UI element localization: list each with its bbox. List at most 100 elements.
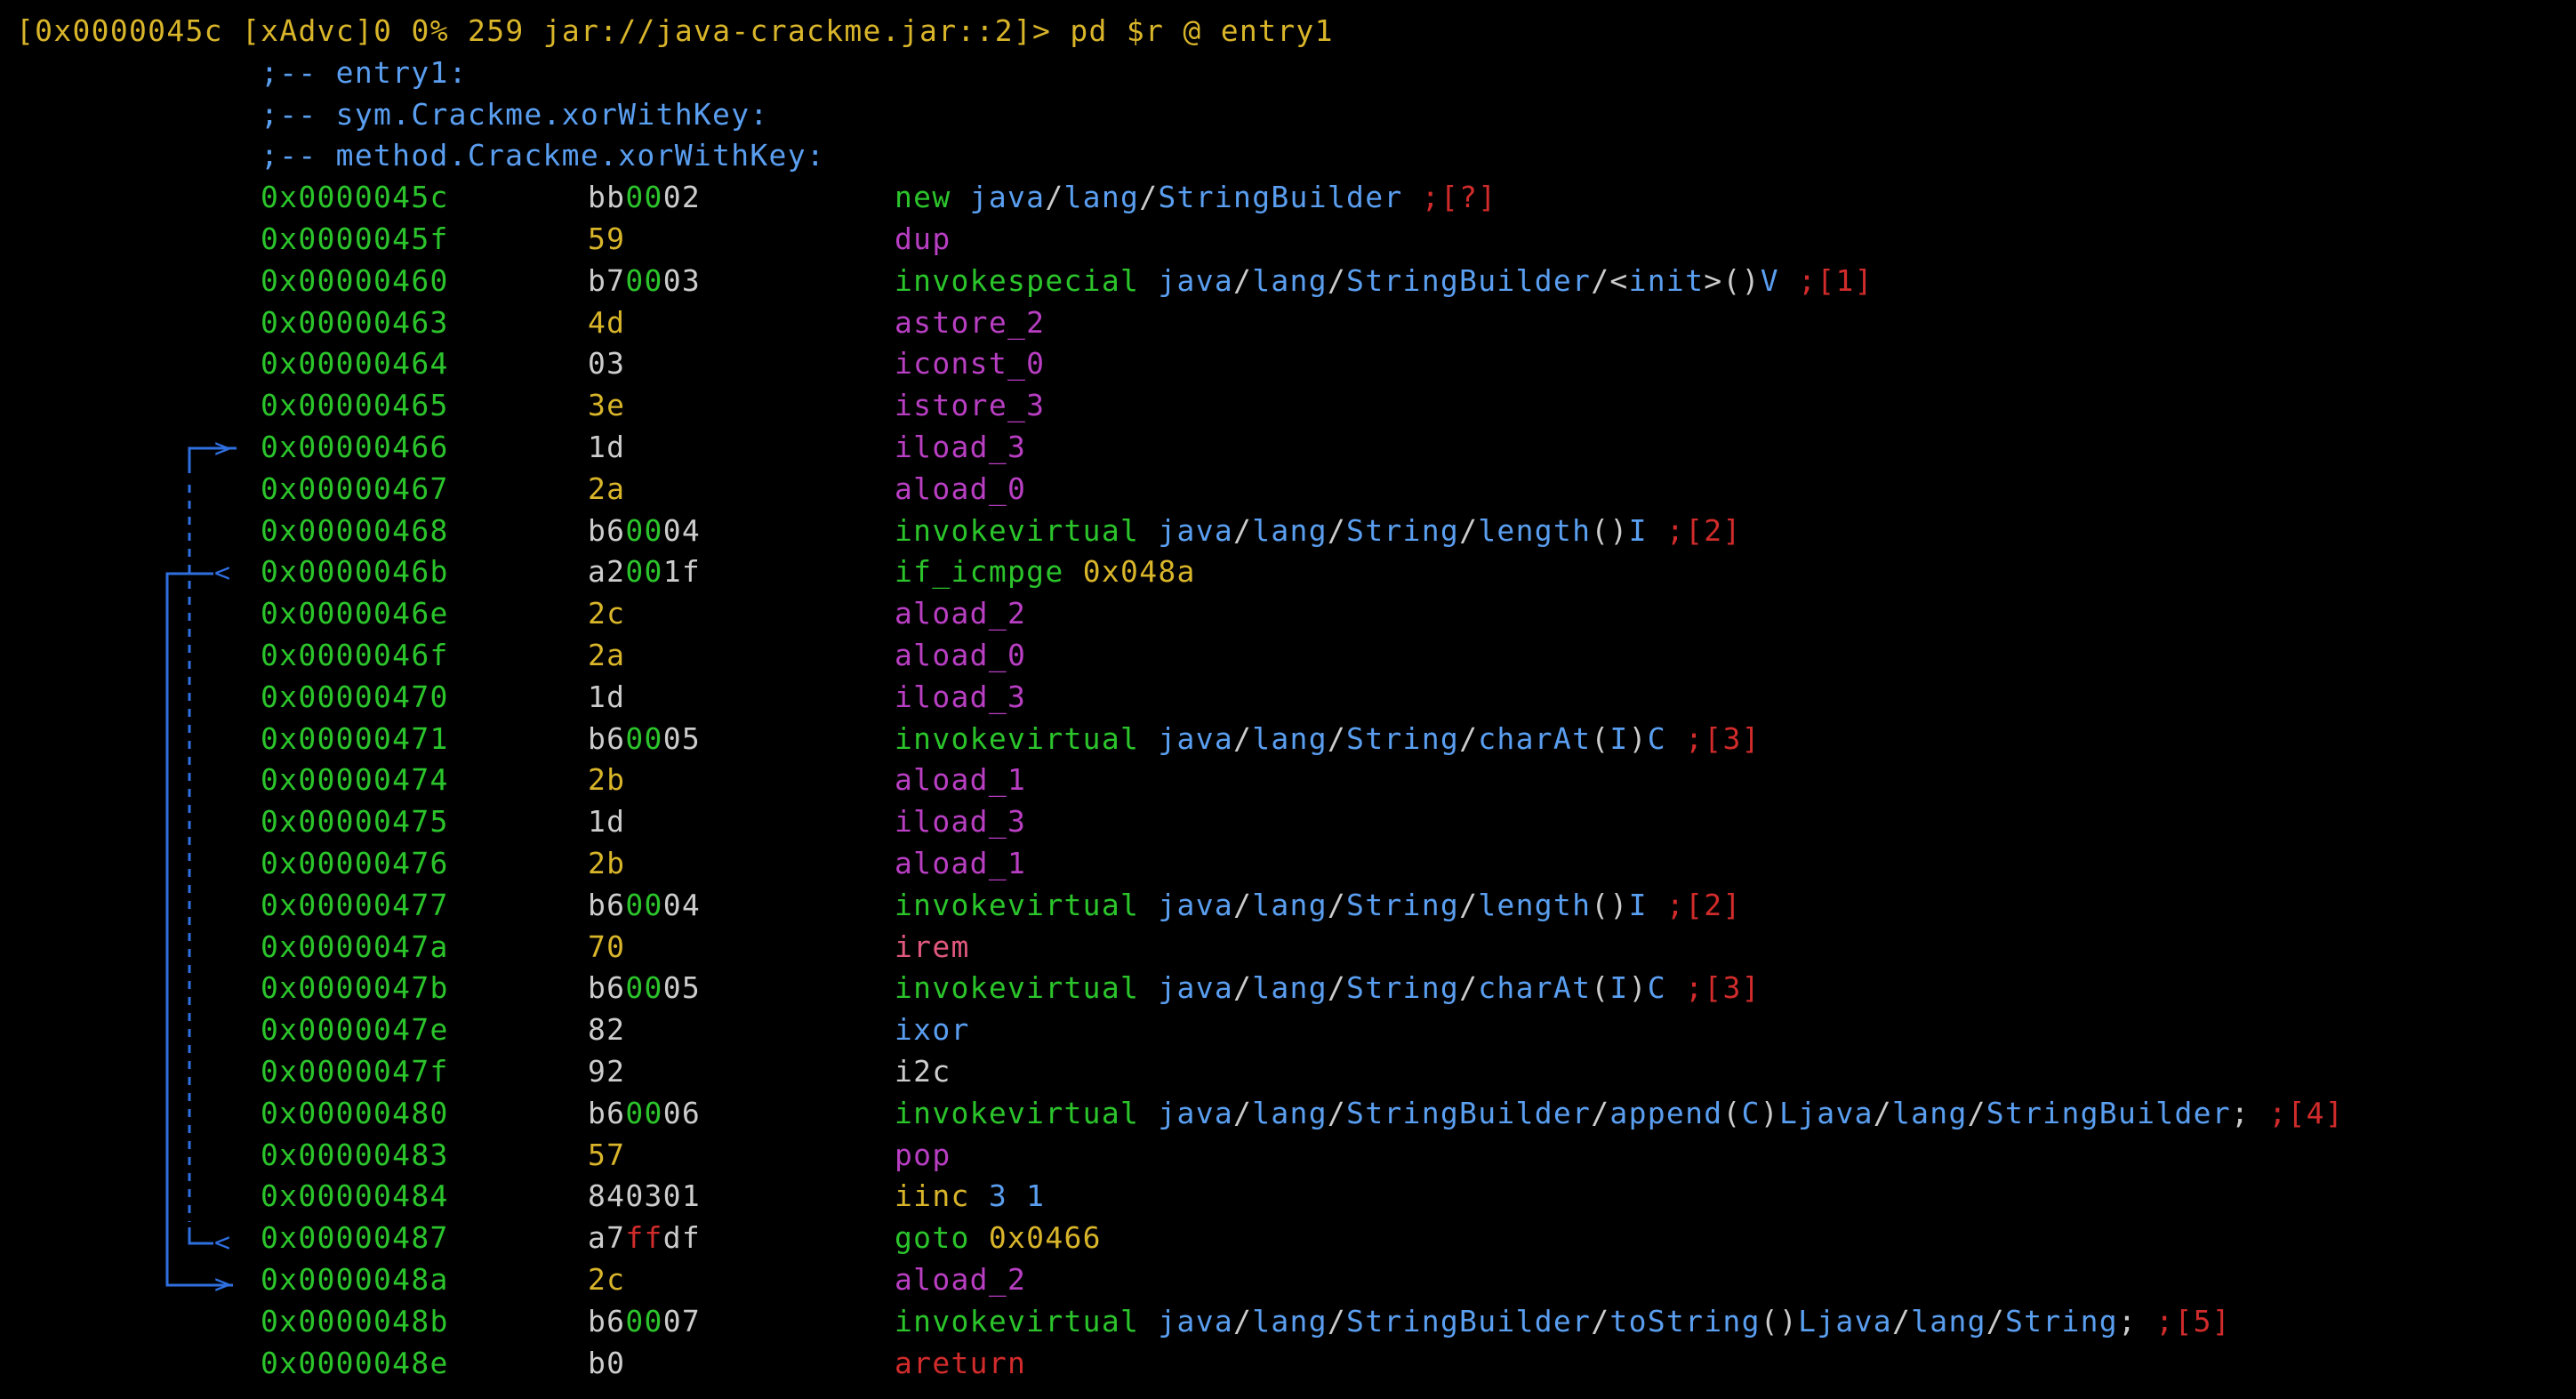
instruction-token: / <box>1327 512 1347 548</box>
instruction-token: iload_3 <box>895 430 1027 464</box>
disasm-row[interactable]: 0x00000465 3e istore_3 <box>0 385 2576 427</box>
disasm-row[interactable]: 0x0000045c bb0002 new java/lang/StringBuil… <box>0 177 2576 219</box>
disasm-row[interactable]: 0x00000464 03 iconst_0 <box>0 343 2576 385</box>
disasm-row[interactable]: 0x00000483 57 pop <box>0 1135 2576 1177</box>
disasm-row[interactable]: 0x0000046b a2001f if_icmpge 0x048a <box>0 551 2576 593</box>
instruction-address[interactable]: 0x00000471 <box>261 719 449 760</box>
instruction-token: dup <box>895 221 951 256</box>
disasm-row[interactable]: 0x00000467 2a aload_0 <box>0 469 2576 511</box>
instruction-address[interactable]: 0x0000048a <box>261 1259 449 1301</box>
instruction-address[interactable]: 0x00000475 <box>261 801 449 843</box>
flag-line: ;-- method.Crackme.xorWithKey: <box>0 135 2576 177</box>
disasm-row[interactable]: 0x0000047b b60005 invokevirtual java/lang/… <box>0 968 2576 1009</box>
instruction-address[interactable]: 0x00000467 <box>261 469 449 511</box>
instruction-address[interactable]: 0x0000045f <box>261 219 449 261</box>
terminal-window[interactable]: [0x0000045c [xAdvc]0 0% 259 jar://java-c… <box>0 0 2576 1399</box>
instruction-address[interactable]: 0x00000468 <box>261 511 449 552</box>
instruction-token: / <box>1233 1095 1253 1130</box>
instruction-address[interactable]: 0x00000470 <box>261 677 449 719</box>
disasm-row[interactable]: 0x00000460 b70003 invokespecial java/lang/… <box>0 261 2576 302</box>
instruction-address[interactable]: 0x0000047f <box>261 1051 449 1093</box>
disasm-row[interactable]: 0x00000468 b60004 invokevirtual java/lang/… <box>0 511 2576 552</box>
instruction-address[interactable]: 0x00000477 <box>261 885 449 927</box>
instruction-address[interactable]: 0x0000047e <box>261 1009 449 1051</box>
instruction-token: C <box>1647 970 1666 1006</box>
instruction-address[interactable]: 0x00000466 <box>261 427 449 469</box>
instruction-token: ( <box>1722 262 1742 298</box>
instruction-text: iload_3 <box>895 677 1026 719</box>
instruction-address[interactable]: 0x0000045c <box>261 177 449 219</box>
disasm-row[interactable]: 0x00000475 1d iload_3 <box>0 801 2576 843</box>
instruction-address[interactable]: 0x00000463 <box>261 302 449 344</box>
disasm-row[interactable]: 0x0000046f 2a aload_0 <box>0 635 2576 677</box>
instruction-address[interactable]: 0x00000464 <box>261 343 449 385</box>
byte-segment: 00 <box>625 720 663 756</box>
instruction-address[interactable]: 0x00000460 <box>261 261 449 302</box>
disasm-row[interactable]: 0x00000480 b60006 invokevirtual java/lang/… <box>0 1093 2576 1135</box>
instruction-token: java <box>1158 887 1234 922</box>
disasm-row[interactable]: 0x00000466 1d iload_3 <box>0 427 2576 469</box>
instruction-address[interactable]: 0x00000474 <box>261 760 449 801</box>
disasm-row[interactable]: 0x0000046e 2c aload_2 <box>0 593 2576 635</box>
instruction-address[interactable]: 0x0000048b <box>261 1301 449 1343</box>
instruction-address[interactable]: 0x00000465 <box>261 385 449 427</box>
instruction-address[interactable]: 0x0000048e <box>261 1343 449 1385</box>
instruction-address[interactable]: 0x0000046e <box>261 593 449 635</box>
byte-segment: df <box>662 1220 702 1256</box>
instruction-token: lang <box>1891 1095 1968 1130</box>
instruction-token: / <box>1327 887 1347 922</box>
disasm-row[interactable]: 0x00000484 840301 iinc 3 1 <box>0 1176 2576 1218</box>
instruction-token: lang <box>1252 720 1328 756</box>
instruction-token: / <box>1327 720 1347 756</box>
instruction-address[interactable]: 0x00000480 <box>261 1093 449 1135</box>
disasm-row[interactable]: 0x0000048a 2c aload_2 <box>0 1259 2576 1301</box>
instruction-token: ( <box>1591 887 1610 922</box>
instruction-address[interactable]: 0x00000487 <box>261 1218 449 1259</box>
instruction-token: lang <box>1252 1095 1328 1130</box>
disasm-row[interactable]: 0x0000047f 92 i2c <box>0 1051 2576 1093</box>
opcode-bytes: b0 <box>588 1343 625 1385</box>
instruction-token: 0x0466 <box>988 1220 1102 1256</box>
instruction-token: StringBuilder <box>1346 1095 1592 1130</box>
instruction-address[interactable]: 0x0000047b <box>261 968 449 1009</box>
byte-segment: 03 <box>662 262 702 298</box>
disasm-row[interactable]: 0x00000474 2b aload_1 <box>0 760 2576 801</box>
instruction-text: invokevirtual java/lang/String/charAt(I)… <box>895 968 1761 1009</box>
instruction-text: istore_3 <box>895 385 1045 427</box>
disasm-row[interactable]: 0x0000048b b60007 invokevirtual java/lang/… <box>0 1301 2576 1343</box>
disasm-row[interactable]: 0x00000471 b60005 invokevirtual java/lang/… <box>0 719 2576 760</box>
instruction-address[interactable]: 0x0000046f <box>261 635 449 677</box>
instruction-token: new <box>895 180 970 215</box>
instruction-text: iload_3 <box>895 427 1026 469</box>
byte-segment: 70 <box>588 929 626 964</box>
disasm-row[interactable]: 0x0000047e 82 ixor <box>0 1009 2576 1051</box>
opcode-bytes: a2001f <box>588 551 701 593</box>
byte-segment: 2c <box>588 1262 626 1297</box>
instruction-address[interactable]: 0x0000046b <box>261 551 449 593</box>
byte-segment: b6 <box>588 512 626 548</box>
instruction-token: / <box>1459 887 1479 922</box>
instruction-address[interactable]: 0x0000047a <box>261 927 449 969</box>
instruction-text: aload_1 <box>895 760 1026 801</box>
disasm-row[interactable]: 0x0000045f 59 dup <box>0 219 2576 261</box>
disasm-row[interactable]: 0x0000048e b0 areturn <box>0 1343 2576 1385</box>
disasm-row[interactable]: 0x00000476 2b aload_1 <box>0 843 2576 885</box>
byte-segment: 00 <box>625 512 663 548</box>
instruction-address[interactable]: 0x00000483 <box>261 1135 449 1177</box>
instruction-token: C <box>1647 720 1666 756</box>
instruction-token: / <box>1591 262 1610 298</box>
disasm-row[interactable]: 0x00000487 a7ffdf goto 0x0466 <box>0 1218 2576 1259</box>
disasm-row[interactable]: 0x00000463 4d astore_2 <box>0 302 2576 344</box>
instruction-address[interactable]: 0x00000476 <box>261 843 449 885</box>
disasm-row[interactable]: 0x00000470 1d iload_3 <box>0 677 2576 719</box>
disasm-row[interactable]: 0x00000477 b60004 invokevirtual java/lang/… <box>0 885 2576 927</box>
disasm-row[interactable]: 0x0000047a 70 irem <box>0 927 2576 969</box>
opcode-bytes: 2b <box>588 843 625 885</box>
instruction-token: lang <box>1252 970 1328 1006</box>
instruction-token: ) <box>1628 720 1648 756</box>
byte-segment: b0 <box>588 1345 626 1380</box>
instruction-text: aload_0 <box>895 469 1026 511</box>
byte-segment: 59 <box>588 221 626 256</box>
instruction-token: charAt <box>1478 720 1592 756</box>
instruction-address[interactable]: 0x00000484 <box>261 1176 449 1218</box>
